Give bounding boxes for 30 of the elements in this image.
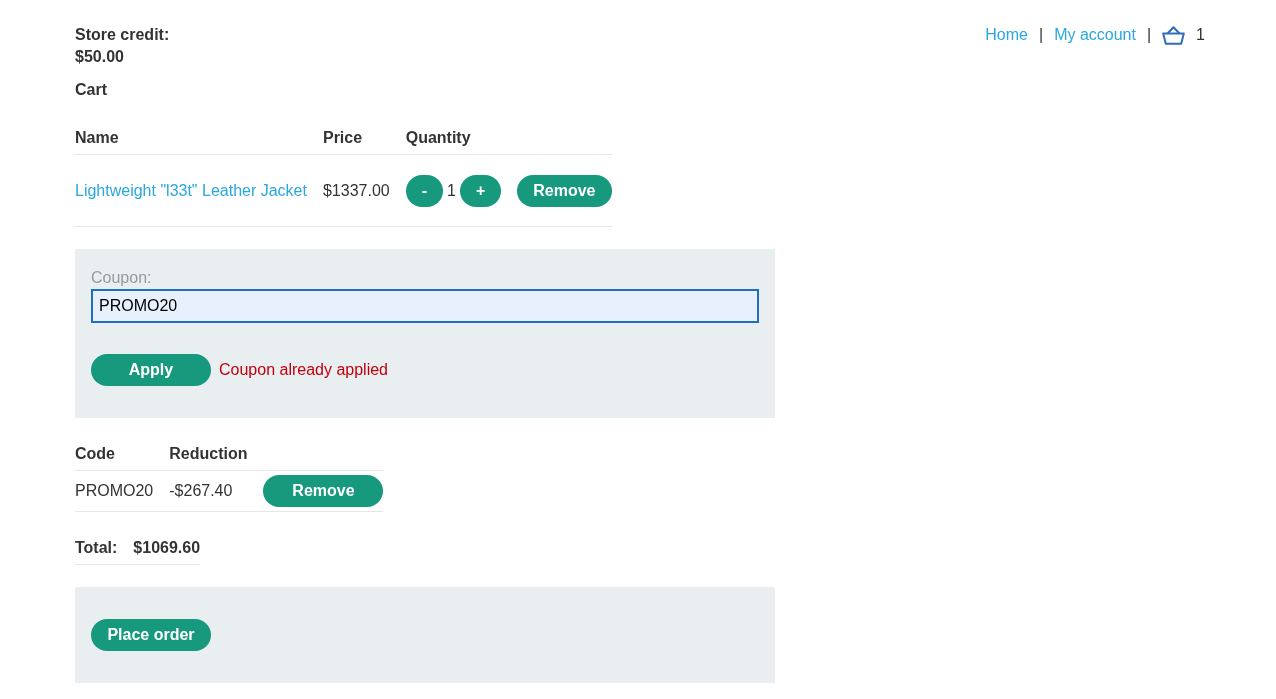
nav-link[interactable]: My account	[1054, 24, 1136, 46]
store-credit-amount: $50.00	[75, 47, 125, 67]
cart-count: 1	[1196, 25, 1205, 45]
basket-icon[interactable]	[1162, 25, 1186, 45]
column-header: Code	[75, 437, 170, 471]
remove-button[interactable]: Remove	[517, 175, 612, 207]
column-header: Name	[75, 121, 323, 155]
nav-link[interactable]: Home	[985, 24, 1028, 46]
nav-separator: |	[1146, 25, 1152, 45]
remove-button[interactable]: Remove	[263, 475, 384, 507]
table-cell: PROMO20	[75, 470, 170, 512]
increase-button[interactable]: +	[459, 175, 502, 207]
quantity-value: 1	[447, 181, 456, 201]
cart-title: Cart	[75, 80, 108, 100]
apply-button[interactable]: Apply	[91, 354, 211, 386]
column-header: Quantity	[405, 121, 518, 155]
total-label: Total:	[75, 538, 118, 558]
coupon-message: Coupon already applied	[219, 360, 388, 380]
store-credit-label: Store credit:	[75, 25, 170, 45]
table-cell: $1337.00	[322, 154, 406, 227]
decrease-button[interactable]: -	[405, 175, 443, 207]
column-header: Reduction	[169, 437, 264, 471]
column-header: Price	[322, 121, 406, 155]
table-cell: -$267.40	[169, 470, 264, 512]
coupon-label: Coupon:	[91, 268, 152, 288]
place-order-button[interactable]: Place order	[91, 619, 211, 651]
total-amount: $1069.60	[133, 538, 201, 558]
product-link[interactable]: Lightweight "l33t" Leather Jacket	[75, 182, 307, 199]
coupon-field[interactable]: PROMO20	[91, 289, 759, 323]
nav-separator: |	[1038, 25, 1044, 45]
